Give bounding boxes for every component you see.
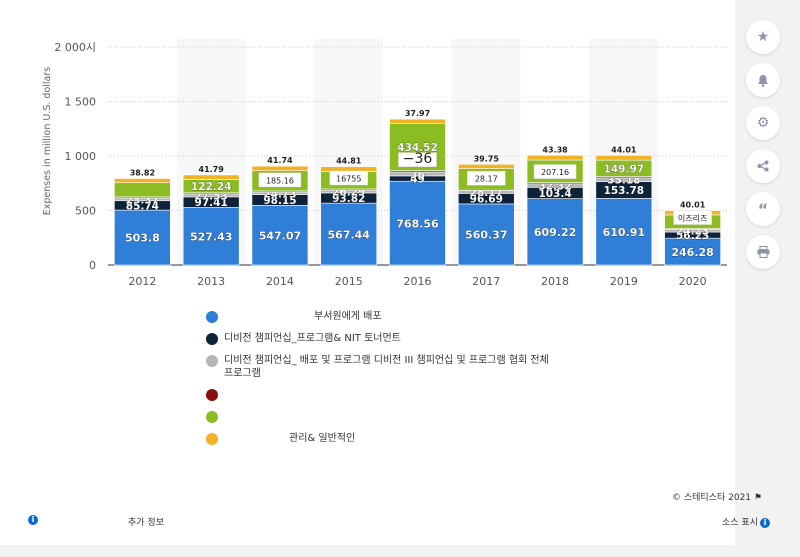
data-label: 560.37 xyxy=(465,229,507,242)
y-tick-label: 500 xyxy=(75,205,96,218)
data-label: 246.28 xyxy=(671,246,713,259)
legend-marker-icon xyxy=(206,433,218,445)
copyright-notice[interactable]: © 스테티스타 2021 ⚑ xyxy=(672,490,762,503)
bar-segment xyxy=(389,118,446,124)
bar-segment xyxy=(251,165,309,172)
legend-item[interactable]: 부서원에게 배포 xyxy=(200,310,560,324)
data-label: 43.38 xyxy=(542,145,568,154)
quote-icon[interactable]: “ xyxy=(746,192,780,226)
legend-marker-icon xyxy=(206,311,218,323)
data-label: 503.8 xyxy=(125,232,160,245)
chart-legend: 부서원에게 배포디비전 챔피언십_프로그램& NIT 토너먼트디비전 챔피언십_… xyxy=(200,310,560,454)
legend-marker-icon xyxy=(206,389,218,401)
legend-marker-icon xyxy=(206,355,218,367)
y-tick-label: 1 000 xyxy=(65,150,97,163)
data-label: 41.79 xyxy=(199,165,225,174)
data-label: 41.74 xyxy=(267,156,293,165)
data-label: 567.44 xyxy=(327,228,370,241)
data-label: 122.24 xyxy=(191,181,232,193)
bar-segment xyxy=(182,174,240,180)
boxed-label: −36 xyxy=(403,151,433,167)
legend-marker-icon xyxy=(206,411,218,423)
data-label: 44.01 xyxy=(611,145,637,154)
show-source[interactable]: 소스 표시 i xyxy=(722,515,770,528)
legend-item[interactable]: 디비전 챔피언십_프로그램& NIT 토너먼트 xyxy=(200,332,560,346)
data-label: 37.97 xyxy=(405,109,430,118)
y-axis-title: Expenses in million U.S. dollars xyxy=(42,67,53,216)
more-info-link[interactable]: 추가 정보 xyxy=(128,515,164,528)
side-toolbar: ★ ⚙ “ xyxy=(746,20,780,278)
bar-segment xyxy=(457,163,515,169)
boxed-label: 185.16 xyxy=(266,176,294,185)
data-label: 610.91 xyxy=(603,226,645,239)
x-tick-label: 2014 xyxy=(266,275,294,288)
chart-card: 0 500 1 000 1 500 2 000시 Expenses in million … xyxy=(0,0,770,545)
x-tick-label: 2016 xyxy=(404,275,432,288)
data-label: 40.01 xyxy=(680,201,706,210)
legend-item[interactable]: 디비전 챔피언십_ 배포 및 프로그램 디비전 III 챔피언십 및 프로그램 … xyxy=(200,354,560,380)
stacked-bar-chart: 0 500 1 000 1 500 2 000시 Expenses in million … xyxy=(42,39,727,288)
x-tick-label: 2019 xyxy=(610,275,638,288)
x-tick-label: 2015 xyxy=(335,275,363,288)
data-label: 609.22 xyxy=(534,226,576,239)
bar-segment xyxy=(114,182,171,198)
data-label: 44.81 xyxy=(336,157,362,166)
show-source-label: 소스 표시 xyxy=(722,518,758,528)
boxed-label: 16755 xyxy=(336,174,361,183)
x-tick-label: 2012 xyxy=(128,275,156,288)
data-label: 527.43 xyxy=(190,230,232,243)
legend-label: 관리& 일반적인 xyxy=(289,433,356,444)
data-label: 547.07 xyxy=(259,229,301,242)
data-label: 38.82 xyxy=(130,168,155,177)
y-tick-label: 1 500 xyxy=(65,96,97,109)
boxed-label: 207.16 xyxy=(541,168,569,177)
print-icon[interactable] xyxy=(746,235,780,269)
bell-icon[interactable] xyxy=(746,63,780,97)
legend-item[interactable]: 관리& 일반적인 xyxy=(200,432,560,446)
data-label: 39.75 xyxy=(474,154,500,163)
x-tick-label: 2020 xyxy=(679,275,707,288)
legend-label: 디비전 챔피언십_ 배포 및 프로그램 디비전 III 챔피언십 및 프로그램 … xyxy=(224,355,549,379)
share-icon[interactable] xyxy=(746,149,780,183)
flag-icon: ⚑ xyxy=(753,493,762,503)
legend-item[interactable] xyxy=(200,388,560,402)
y-tick-label: 0 xyxy=(89,259,96,272)
boxed-label: 이즈리즈 xyxy=(678,213,707,223)
legend-marker-icon xyxy=(206,333,218,345)
gear-icon[interactable]: ⚙ xyxy=(746,106,780,140)
data-label: 149.97 xyxy=(604,163,645,175)
copyright-text: © 스테티스타 2021 xyxy=(672,493,752,503)
bar-segment xyxy=(114,178,171,184)
legend-label: 디비전 챔피언십_프로그램& NIT 토너먼트 xyxy=(224,333,401,344)
boxed-label: 28.17 xyxy=(475,175,498,184)
bar-segment xyxy=(595,155,653,161)
bar-segment xyxy=(526,154,584,161)
star-icon[interactable]: ★ xyxy=(746,20,780,54)
footer-more-info[interactable]: i 추가 정보 xyxy=(28,515,164,528)
data-label: 153.78 xyxy=(604,185,645,197)
data-label: 768.56 xyxy=(396,217,439,230)
x-tick-label: 2018 xyxy=(541,275,569,288)
legend-item[interactable] xyxy=(200,410,560,424)
info-icon: i xyxy=(759,518,770,528)
legend-label: 부서원에게 배포 xyxy=(314,311,382,322)
x-tick-label: 2017 xyxy=(472,275,500,288)
info-icon: i xyxy=(28,515,38,525)
x-tick-label: 2013 xyxy=(197,275,225,288)
y-tick-label: 2 000시 xyxy=(54,41,96,54)
